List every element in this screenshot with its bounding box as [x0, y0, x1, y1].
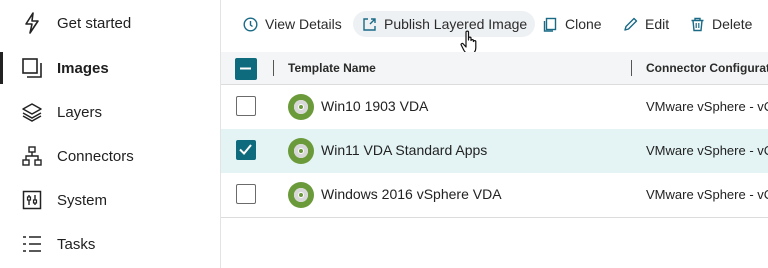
connector-configuration: VMware vSphere - vC	[646, 99, 768, 114]
table-row[interactable]: Win11 VDA Standard Apps VMware vSphere -…	[221, 129, 768, 174]
view-details-label: View Details	[265, 16, 342, 32]
lightning-icon	[21, 12, 43, 34]
clone-icon	[542, 16, 558, 32]
toolbar: View Details Publish Layered Image Clone…	[221, 0, 768, 48]
active-indicator	[0, 52, 3, 84]
row-checkbox[interactable]	[236, 96, 256, 116]
column-separator	[273, 60, 274, 76]
connectors-icon	[21, 145, 43, 167]
pencil-icon	[622, 16, 638, 32]
image-disk-icon	[288, 138, 314, 164]
layers-icon	[21, 101, 43, 123]
delete-button[interactable]: Delete	[689, 11, 752, 37]
sidebar-item-tasks[interactable]: Tasks	[0, 222, 220, 266]
delete-label: Delete	[712, 16, 753, 32]
column-header-connector-configuration[interactable]: Connector Configuratio	[646, 61, 768, 75]
trash-icon	[689, 16, 705, 32]
edit-label: Edit	[645, 16, 670, 32]
sidebar-item-label: System	[57, 191, 108, 209]
table-row[interactable]: Windows 2016 vSphere VDA VMware vSphere …	[221, 173, 768, 218]
table-row[interactable]: Win10 1903 VDA VMware vSphere - vC	[221, 85, 768, 130]
select-all-checkbox[interactable]	[235, 58, 257, 80]
image-disk-icon	[288, 182, 314, 208]
publish-icon	[361, 16, 377, 32]
column-separator[interactable]	[631, 60, 632, 76]
sidebar-item-label: Layers	[57, 103, 103, 121]
sidebar-item-label: Images	[57, 59, 109, 77]
template-name: Win11 VDA Standard Apps	[321, 142, 488, 158]
sidebar-item-layers[interactable]: Layers	[0, 90, 220, 134]
row-checkbox[interactable]	[236, 140, 256, 160]
publish-label: Publish Layered Image	[384, 16, 528, 32]
clone-label: Clone	[565, 16, 602, 32]
sidebar-item-connectors[interactable]: Connectors	[0, 134, 220, 178]
table-header: Template Name Connector Configuratio	[221, 52, 768, 85]
clone-button[interactable]: Clone	[542, 11, 602, 37]
system-icon	[21, 189, 43, 211]
sidebar-item-get-started[interactable]: Get started	[0, 1, 220, 45]
sidebar: Get started Images Layers Connectors Sys…	[0, 0, 221, 268]
connector-configuration: VMware vSphere - vC	[646, 143, 768, 158]
images-icon	[21, 57, 43, 79]
edit-button[interactable]: Edit	[622, 11, 669, 37]
sidebar-item-label: Connectors	[57, 147, 134, 165]
template-name: Win10 1903 VDA	[321, 98, 429, 114]
publish-layered-image-button[interactable]: Publish Layered Image	[353, 11, 536, 37]
sidebar-item-label: Get started	[57, 14, 132, 32]
view-details-button[interactable]: View Details	[242, 11, 342, 37]
image-disk-icon	[288, 94, 314, 120]
info-icon	[242, 16, 258, 32]
row-checkbox[interactable]	[236, 184, 256, 204]
sidebar-item-label: Tasks	[57, 235, 96, 253]
template-name: Windows 2016 vSphere VDA	[321, 186, 502, 202]
sidebar-item-images[interactable]: Images	[0, 46, 220, 90]
sidebar-item-system[interactable]: System	[0, 178, 220, 222]
tasks-icon	[21, 233, 43, 255]
column-header-template-name[interactable]: Template Name	[288, 61, 376, 75]
connector-configuration: VMware vSphere - vC	[646, 187, 768, 202]
